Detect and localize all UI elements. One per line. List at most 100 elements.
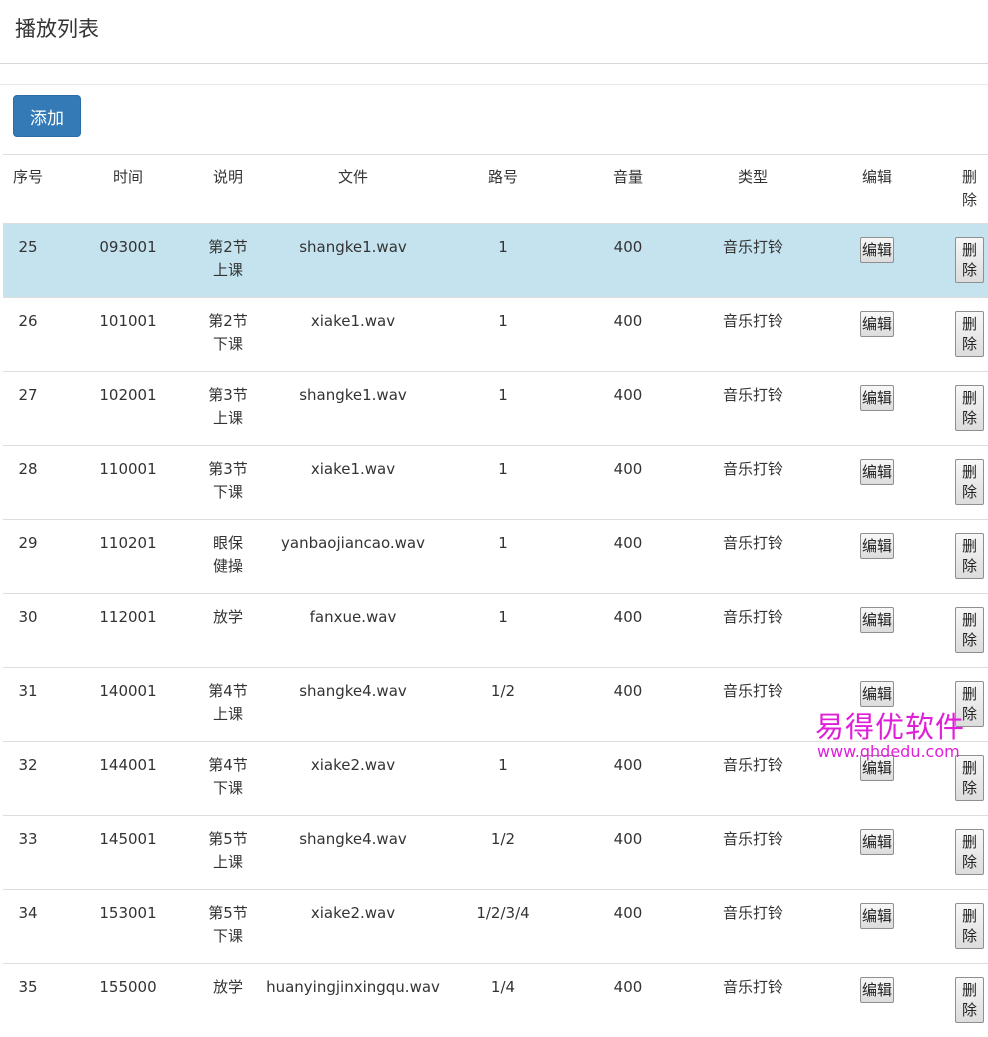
cell-file: fanxue.wav <box>253 594 453 668</box>
cell-id: 28 <box>3 446 53 520</box>
delete-button[interactable]: 删除 <box>955 607 984 653</box>
table-header-row: 序号 时间 说明 文件 路号 音量 类型 编辑 删除 <box>3 155 988 224</box>
header-route: 路号 <box>453 155 553 224</box>
cell-desc: 第2节下课 <box>203 298 253 372</box>
cell-edit: 编辑 <box>803 668 951 742</box>
cell-file: shangke4.wav <box>253 668 453 742</box>
delete-button[interactable]: 删除 <box>955 903 984 949</box>
cell-delete: 删除 <box>951 742 988 816</box>
cell-type: 音乐打铃 <box>703 372 803 446</box>
header-file: 文件 <box>253 155 453 224</box>
cell-desc: 第3节上课 <box>203 372 253 446</box>
cell-type: 音乐打铃 <box>703 446 803 520</box>
cell-route: 1 <box>453 446 553 520</box>
edit-button[interactable]: 编辑 <box>860 977 894 1003</box>
cell-volume: 400 <box>553 816 703 890</box>
cell-time: 140001 <box>53 668 203 742</box>
table-row: 34153001第5节下课xiake2.wav1/2/3/4400音乐打铃编辑删… <box>3 890 988 964</box>
edit-button[interactable]: 编辑 <box>860 311 894 337</box>
delete-button[interactable]: 删除 <box>955 829 984 875</box>
cell-volume: 400 <box>553 520 703 594</box>
cell-id: 33 <box>3 816 53 890</box>
cell-edit: 编辑 <box>803 890 951 964</box>
cell-edit: 编辑 <box>803 964 951 1037</box>
page-title: 播放列表 <box>15 13 99 43</box>
table-row: 33145001第5节上课shangke4.wav1/2400音乐打铃编辑删除 <box>3 816 988 890</box>
edit-button[interactable]: 编辑 <box>860 829 894 855</box>
table-row: 28110001第3节下课xiake1.wav1400音乐打铃编辑删除 <box>3 446 988 520</box>
delete-button[interactable]: 删除 <box>955 977 984 1023</box>
cell-time: 110001 <box>53 446 203 520</box>
cell-time: 153001 <box>53 890 203 964</box>
cell-delete: 删除 <box>951 668 988 742</box>
header-type: 类型 <box>703 155 803 224</box>
cell-id: 35 <box>3 964 53 1037</box>
cell-id: 29 <box>3 520 53 594</box>
cell-desc: 放学 <box>203 964 253 1037</box>
cell-type: 音乐打铃 <box>703 298 803 372</box>
delete-button[interactable]: 删除 <box>955 681 984 727</box>
cell-id: 27 <box>3 372 53 446</box>
cell-type: 音乐打铃 <box>703 520 803 594</box>
cell-desc: 第2节上课 <box>203 224 253 298</box>
add-button[interactable]: 添加 <box>13 95 81 137</box>
header-volume: 音量 <box>553 155 703 224</box>
delete-button[interactable]: 删除 <box>955 533 984 579</box>
cell-route: 1 <box>453 298 553 372</box>
cell-file: xiake2.wav <box>253 890 453 964</box>
header-desc: 说明 <box>203 155 253 224</box>
edit-button[interactable]: 编辑 <box>860 385 894 411</box>
edit-button[interactable]: 编辑 <box>860 681 894 707</box>
edit-button[interactable]: 编辑 <box>860 903 894 929</box>
cell-volume: 400 <box>553 224 703 298</box>
cell-route: 1/2/3/4 <box>453 890 553 964</box>
cell-type: 音乐打铃 <box>703 668 803 742</box>
cell-type: 音乐打铃 <box>703 224 803 298</box>
cell-time: 145001 <box>53 816 203 890</box>
delete-button[interactable]: 删除 <box>955 459 984 505</box>
edit-button[interactable]: 编辑 <box>860 237 894 263</box>
cell-file: yanbaojiancao.wav <box>253 520 453 594</box>
edit-button[interactable]: 编辑 <box>860 533 894 559</box>
cell-time: 144001 <box>53 742 203 816</box>
cell-delete: 删除 <box>951 520 988 594</box>
cell-desc: 放学 <box>203 594 253 668</box>
cell-delete: 删除 <box>951 298 988 372</box>
cell-desc: 第5节上课 <box>203 816 253 890</box>
cell-desc: 眼保健操 <box>203 520 253 594</box>
cell-delete: 删除 <box>951 890 988 964</box>
cell-route: 1 <box>453 224 553 298</box>
cell-route: 1/4 <box>453 964 553 1037</box>
edit-button[interactable]: 编辑 <box>860 607 894 633</box>
cell-edit: 编辑 <box>803 446 951 520</box>
cell-delete: 删除 <box>951 224 988 298</box>
header-edit: 编辑 <box>803 155 951 224</box>
cell-delete: 删除 <box>951 594 988 668</box>
delete-button[interactable]: 删除 <box>955 385 984 431</box>
cell-type: 音乐打铃 <box>703 890 803 964</box>
cell-type: 音乐打铃 <box>703 742 803 816</box>
cell-route: 1 <box>453 594 553 668</box>
cell-id: 32 <box>3 742 53 816</box>
table-row: 32144001第4节下课xiake2.wav1400音乐打铃编辑删除 <box>3 742 988 816</box>
cell-time: 112001 <box>53 594 203 668</box>
cell-route: 1/2 <box>453 816 553 890</box>
delete-button[interactable]: 删除 <box>955 237 984 283</box>
delete-button[interactable]: 删除 <box>955 755 984 801</box>
cell-id: 26 <box>3 298 53 372</box>
cell-delete: 删除 <box>951 816 988 890</box>
cell-route: 1 <box>453 372 553 446</box>
cell-id: 30 <box>3 594 53 668</box>
cell-volume: 400 <box>553 668 703 742</box>
edit-button[interactable]: 编辑 <box>860 755 894 781</box>
edit-button[interactable]: 编辑 <box>860 459 894 485</box>
cell-volume: 400 <box>553 594 703 668</box>
cell-volume: 400 <box>553 446 703 520</box>
delete-button[interactable]: 删除 <box>955 311 984 357</box>
cell-desc: 第3节下课 <box>203 446 253 520</box>
cell-edit: 编辑 <box>803 742 951 816</box>
cell-volume: 400 <box>553 964 703 1037</box>
table-row: 25093001第2节上课shangke1.wav1400音乐打铃编辑删除 <box>3 224 988 298</box>
cell-route: 1/2 <box>453 668 553 742</box>
cell-file: huanyingjinxingqu.wav <box>253 964 453 1037</box>
